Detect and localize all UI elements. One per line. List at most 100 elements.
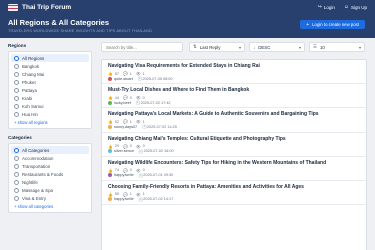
- user-icon: ☺: [343, 4, 349, 10]
- show-all-link[interactable]: + show all categories: [11, 202, 89, 210]
- radio-icon: [14, 187, 19, 193]
- post-footer: sunny.days07 🕒 2025-07-02 14:25: [108, 124, 360, 129]
- avatar: [108, 76, 112, 81]
- post-author[interactable]: quite.stuart: [114, 77, 133, 81]
- likes-count: 74: [114, 168, 119, 173]
- filter-option[interactable]: Transportation: [11, 162, 89, 170]
- filter-option[interactable]: Bangkok: [11, 62, 89, 70]
- eye-icon: 👁: [135, 120, 141, 125]
- filter-option[interactable]: Massage & Spa: [11, 186, 89, 194]
- option-label: Nightlife: [22, 179, 38, 185]
- post-title[interactable]: Must-Try Local Dishes and Where to Find …: [108, 87, 360, 94]
- thai-flag-icon: [8, 3, 18, 11]
- post-footer: silver.simon 🕒 2025-07-02 16:00: [108, 149, 360, 154]
- post-row[interactable]: Must-Try Local Dishes and Where to Find …: [102, 84, 366, 109]
- sort-select[interactable]: ⇅ Last Reply ▾: [189, 42, 245, 52]
- post-date: 2025-07-02 16:00: [143, 149, 174, 154]
- radio-icon: [14, 63, 19, 69]
- filter-option[interactable]: Krabi: [11, 94, 89, 102]
- show-all-link[interactable]: + show all regions: [11, 118, 89, 126]
- thumbs-up-icon: 👍: [108, 72, 113, 76]
- filter-option[interactable]: Hua Hin: [11, 110, 89, 118]
- post-title[interactable]: Choosing Family-Friendly Resorts in Patt…: [108, 184, 360, 191]
- radio-icon: [14, 111, 19, 117]
- filter-option[interactable]: All Regions: [11, 54, 89, 62]
- new-post-label: Login to create new post: [312, 22, 359, 27]
- new-post-button[interactable]: + Login to create new post: [300, 20, 365, 29]
- option-label: Transportation: [22, 163, 51, 169]
- radio-icon: [14, 87, 19, 93]
- post-date: 2025-07-02 17:42: [140, 100, 171, 105]
- post-list: Navigating Visa Requirements for Extende…: [101, 59, 367, 250]
- post-author[interactable]: happy.turtle: [114, 197, 134, 201]
- post-row[interactable]: Navigating Wildlife Encounters: Safety T…: [102, 157, 366, 181]
- replies-count: 1: [129, 119, 132, 124]
- likes-count: 29: [114, 144, 119, 149]
- likes-count: 52: [114, 119, 119, 124]
- regions-list: All Regions Bangkok Chiang Mai Phuket Pattay…: [8, 51, 92, 129]
- filter-option[interactable]: Nightlife: [11, 178, 89, 186]
- list-icon: ☰: [313, 44, 317, 49]
- views-count: 0: [142, 168, 145, 173]
- signup-link[interactable]: ☺ Sign Up: [344, 4, 367, 10]
- avatar: [108, 100, 112, 105]
- reply-icon: 💬: [122, 96, 128, 101]
- filter-option[interactable]: Pattaya: [11, 86, 89, 94]
- filter-option[interactable]: Restaurants & Foods: [11, 170, 89, 178]
- sort-icon: ⇅: [193, 44, 197, 49]
- option-label: Pattaya: [22, 87, 37, 93]
- filter-option[interactable]: Phuket: [11, 78, 89, 86]
- regions-heading: Regions: [8, 43, 27, 48]
- post-footer: quite.stuart 🕒 2025-07-05 08:00: [108, 76, 360, 81]
- post-row[interactable]: Navigating Chiang Mai's Temples: Cultura…: [102, 133, 366, 157]
- post-author[interactable]: lucky.beef: [114, 101, 131, 105]
- filter-bar: ⇅Last Reply ▾ ↓DESC ▾ ☰10 ▾: [101, 41, 367, 53]
- reply-icon: 💬: [122, 192, 128, 197]
- filter-option[interactable]: All Categories: [11, 146, 89, 154]
- post-author[interactable]: silver.simon: [114, 149, 134, 153]
- login-link[interactable]: ↪ Login: [318, 4, 335, 10]
- option-label: Krabi: [22, 95, 33, 101]
- replies-count: 1: [129, 192, 132, 197]
- post-title[interactable]: Navigating Visa Requirements for Extende…: [108, 63, 360, 70]
- thumbs-up-icon: 👍: [108, 120, 113, 125]
- filter-option[interactable]: Chiang Mai: [11, 70, 89, 78]
- login-label: Login: [323, 4, 335, 10]
- replies-count: 1: [129, 71, 132, 76]
- thumbs-up-icon: 👍: [108, 192, 113, 197]
- top-nav: Thai Trip Forum ↪ Login ☺ Sign Up: [0, 0, 375, 14]
- per-page-select[interactable]: ☰ 10 ▾: [309, 42, 365, 52]
- post-row[interactable]: Choosing Family-Friendly Resorts in Patt…: [102, 181, 366, 206]
- page-subtitle: TRAVELERS WORLDWIDE SHARE INSIGHTS AND T…: [8, 29, 153, 33]
- search-input[interactable]: [101, 42, 183, 52]
- radio-icon: [14, 171, 19, 177]
- filter-option[interactable]: Accommodation: [11, 154, 89, 162]
- post-title[interactable]: Navigating Chiang Mai's Temples: Cultura…: [108, 136, 360, 143]
- avatar: [108, 124, 112, 129]
- reply-icon: 💬: [122, 72, 128, 76]
- replies-count: 0: [129, 168, 132, 173]
- avatar: [108, 149, 112, 154]
- views-count: 1: [142, 119, 145, 124]
- views-count: 0: [142, 144, 145, 149]
- hero-banner: All Regions & All Categories TRAVELERS W…: [0, 14, 375, 38]
- chevron-down-icon: ▾: [358, 44, 361, 50]
- post-author[interactable]: sunny.days07: [114, 125, 137, 129]
- filter-option[interactable]: Visa & Entry: [11, 194, 89, 202]
- thumbs-up-icon: 👍: [108, 144, 113, 149]
- thumbs-up-icon: 👍: [108, 168, 113, 173]
- reply-icon: 💬: [122, 144, 128, 149]
- plus-icon: +: [306, 21, 310, 28]
- per-page-value: 10: [319, 44, 325, 50]
- views-count: 1: [142, 192, 145, 197]
- post-title[interactable]: Navigating Wildlife Encounters: Safety T…: [108, 160, 360, 167]
- order-select[interactable]: ↓ DESC ▾: [249, 42, 305, 52]
- post-author[interactable]: happy.turtle: [114, 173, 134, 177]
- brand-title[interactable]: Thai Trip Forum: [22, 4, 71, 11]
- post-row[interactable]: Navigating Visa Requirements for Extende…: [102, 60, 366, 85]
- radio-icon: [14, 55, 19, 61]
- replies-count: 0: [129, 144, 132, 149]
- post-row[interactable]: Navigating Pattaya's Local Markets: A Gu…: [102, 108, 366, 133]
- filter-option[interactable]: Koh Samui: [11, 102, 89, 110]
- post-title[interactable]: Navigating Pattaya's Local Markets: A Gu…: [108, 111, 360, 118]
